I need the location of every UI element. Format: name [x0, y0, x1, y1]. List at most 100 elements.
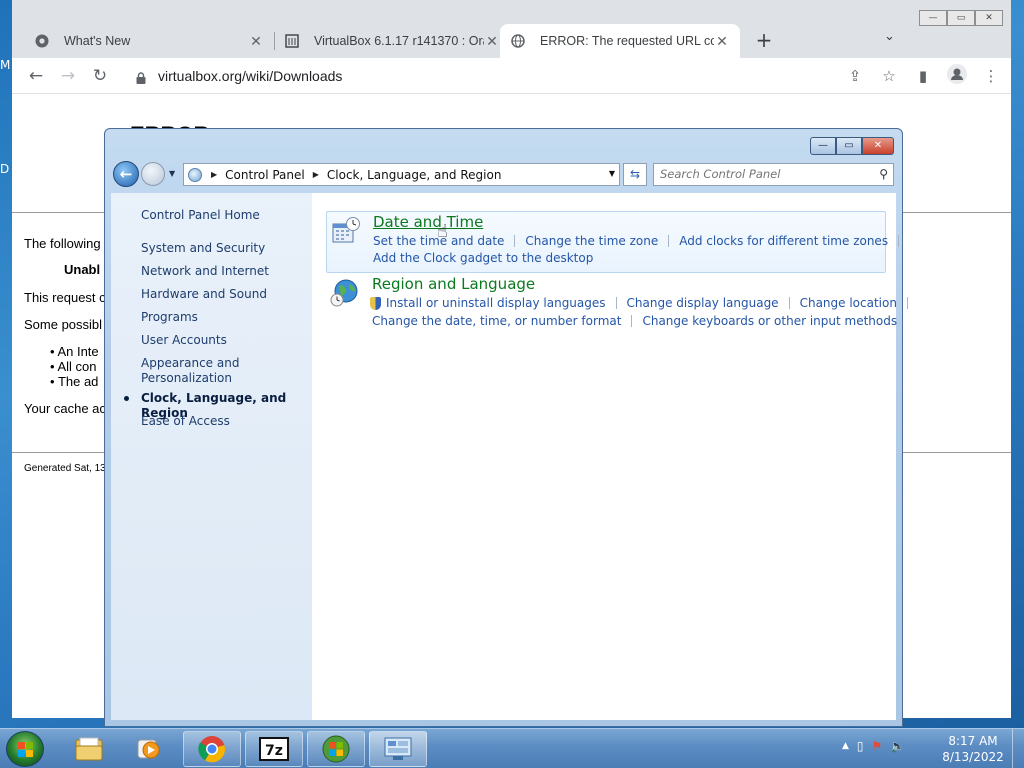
close-button[interactable]: ✕ — [862, 137, 894, 155]
reload-icon[interactable]: ↻ — [84, 66, 116, 86]
back-arrow-icon[interactable]: ← — [113, 161, 139, 187]
address-bar[interactable]: virtualbox.org/wiki/Downloads — [124, 61, 884, 91]
maximize-button[interactable]: ▭ — [836, 137, 862, 155]
sidebar-item-appearance[interactable]: Personalization — [141, 371, 232, 386]
search-input[interactable] — [654, 164, 864, 184]
link-add-clocks[interactable]: Add clocks for different time zones — [679, 234, 888, 248]
breadcrumb-current[interactable]: Clock, Language, and Region — [327, 168, 502, 182]
bookmark-star-icon[interactable]: ☆ — [877, 67, 901, 85]
link-change-display-language[interactable]: Change display language — [627, 296, 779, 310]
page-text: All con — [57, 359, 97, 374]
divider — [906, 297, 908, 309]
show-desktop-button[interactable] — [1012, 729, 1024, 768]
tab-whats-new[interactable]: What's New ✕ — [24, 24, 274, 58]
tab-title: What's New — [64, 34, 131, 48]
back-arrow-icon[interactable]: ← — [20, 66, 52, 86]
volume-icon[interactable]: 🔈 — [890, 739, 905, 753]
search-box: ⚲ — [653, 163, 894, 186]
taskbar-media-player[interactable] — [120, 731, 178, 767]
svg-text:7z: 7z — [265, 743, 283, 759]
network-icon[interactable]: ▯ — [857, 739, 864, 753]
control-panel-icon — [384, 737, 412, 760]
navigation-bar: ← ▼ ▶ Control Panel ▶ Clock, Language, a… — [113, 161, 894, 189]
breadcrumb-arrow-icon[interactable]: ▶ — [313, 170, 319, 179]
system-tray: ▲ ▯ ⚑ 🔈 — [842, 739, 905, 753]
media-player-icon — [137, 739, 160, 759]
sidebar-item-ease-of-access[interactable]: Ease of Access — [141, 414, 230, 429]
page-text: Unabl — [64, 262, 101, 277]
taskbar-7zip[interactable]: 7z — [245, 731, 303, 767]
url-text: virtualbox.org/wiki/Downloads — [158, 68, 343, 84]
category-title-date-time[interactable]: Date and Time — [373, 213, 483, 231]
refresh-icon[interactable]: ⇆ — [623, 163, 647, 186]
tab-virtualbox[interactable]: VirtualBox 6.1.17 r141370 : Oracle ✕ — [274, 24, 510, 58]
minimize-button[interactable]: — — [810, 137, 836, 155]
tab-error[interactable]: ERROR: The requested URL could not ✕ — [500, 24, 740, 58]
sidebar-item-user-accounts[interactable]: User Accounts — [141, 333, 227, 348]
link-change-keyboards[interactable]: Change keyboards or other input methods — [642, 314, 897, 328]
link-clock-gadget[interactable]: Add the Clock gadget to the desktop — [373, 251, 593, 265]
link-change-time-zone[interactable]: Change the time zone — [525, 234, 658, 248]
chevron-down-icon[interactable]: ▼ — [609, 169, 615, 178]
clock-time: 8:17 AM — [948, 734, 998, 748]
window-controls: — ▭ ✕ — [919, 10, 1003, 26]
page-footer: Generated Sat, 13 — [24, 463, 106, 474]
control-panel-window: — ▭ ✕ ← ▼ ▶ Control Panel ▶ Clock, Langu… — [104, 128, 908, 727]
chrome-icon — [34, 33, 50, 49]
link-change-location[interactable]: Change location — [800, 296, 897, 310]
close-button[interactable]: ✕ — [975, 10, 1003, 26]
7zip-icon: 7z — [259, 737, 289, 761]
start-button[interactable] — [6, 731, 44, 767]
taskbar-control-panel[interactable] — [369, 731, 427, 767]
search-icon[interactable]: ⚲ — [879, 167, 888, 181]
globe-icon — [510, 33, 526, 49]
sidebar-item-system-security[interactable]: System and Security — [141, 241, 265, 256]
link-row: Change the date, time, or number format … — [372, 314, 897, 328]
list-item: • All con — [50, 359, 97, 374]
breadcrumb-control-panel[interactable]: Control Panel — [225, 168, 305, 182]
tab-close-icon[interactable]: ✕ — [714, 33, 730, 50]
taskbar-virtualbox[interactable] — [307, 731, 365, 767]
main-pane: Date and Time Set the time and date Chan… — [312, 193, 908, 720]
tab-close-icon[interactable]: ✕ — [484, 33, 500, 50]
minimize-button[interactable]: — — [919, 10, 947, 26]
chrome-icon — [198, 736, 226, 763]
maximize-button[interactable]: ▭ — [947, 10, 975, 26]
action-center-flag-icon[interactable]: ⚑ — [872, 739, 883, 753]
window-controls: — ▭ ✕ — [810, 137, 894, 155]
clock[interactable]: 8:17 AM 8/13/2022 — [938, 733, 1008, 765]
category-title-region-language[interactable]: Region and Language — [372, 275, 535, 293]
calendar-clock-icon — [331, 216, 361, 246]
new-tab-button[interactable]: + — [752, 28, 776, 52]
list-item: • An Inte — [50, 344, 99, 359]
folder-icon — [75, 737, 103, 761]
sidebar-item-appearance[interactable]: Appearance and — [141, 356, 239, 371]
browser-toolbar: ← → ↻ virtualbox.org/wiki/Downloads ⇪ ☆ … — [12, 58, 1011, 94]
address-bar[interactable]: ▶ Control Panel ▶ Clock, Language, and R… — [183, 163, 620, 186]
sidebar-item-programs[interactable]: Programs — [141, 310, 198, 325]
link-change-format[interactable]: Change the date, time, or number format — [372, 314, 621, 328]
share-icon[interactable]: ⇪ — [843, 67, 867, 85]
profile-avatar-icon[interactable] — [945, 64, 969, 88]
chevron-down-icon[interactable]: ▼ — [169, 169, 175, 178]
sidebar-item-network-internet[interactable]: Network and Internet — [141, 264, 269, 279]
clock-date: 8/13/2022 — [942, 750, 1004, 764]
forward-arrow-icon[interactable] — [141, 162, 165, 186]
hand-cursor-icon: ☝ — [437, 221, 448, 242]
tab-close-icon[interactable]: ✕ — [248, 33, 264, 50]
toolbar-actions: ⇪ ☆ ▮ ⋮ — [843, 64, 1003, 88]
show-hidden-icons-icon[interactable]: ▲ — [842, 741, 849, 751]
sidebar-item-hardware-sound[interactable]: Hardware and Sound — [141, 287, 267, 302]
taskbar: 7z ▲ ▯ ⚑ 🔈 8:17 AM 8/13/2022 — [0, 728, 1024, 768]
category-date-time: Date and Time Set the time and date Chan… — [326, 211, 900, 273]
link-install-languages[interactable]: Install or uninstall display languages — [386, 296, 606, 310]
taskbar-chrome[interactable] — [183, 731, 241, 767]
sidebar-item-control-panel-home[interactable]: Control Panel Home — [141, 208, 260, 223]
taskbar-explorer[interactable] — [60, 731, 118, 767]
menu-dots-icon[interactable]: ⋮ — [979, 67, 1003, 85]
side-panel-icon[interactable]: ▮ — [911, 67, 935, 85]
forward-arrow-icon[interactable]: → — [52, 66, 84, 86]
list-item: • The ad — [50, 374, 99, 389]
tab-search-icon[interactable]: ⌄ — [884, 29, 895, 44]
breadcrumb-arrow-icon[interactable]: ▶ — [211, 170, 217, 179]
